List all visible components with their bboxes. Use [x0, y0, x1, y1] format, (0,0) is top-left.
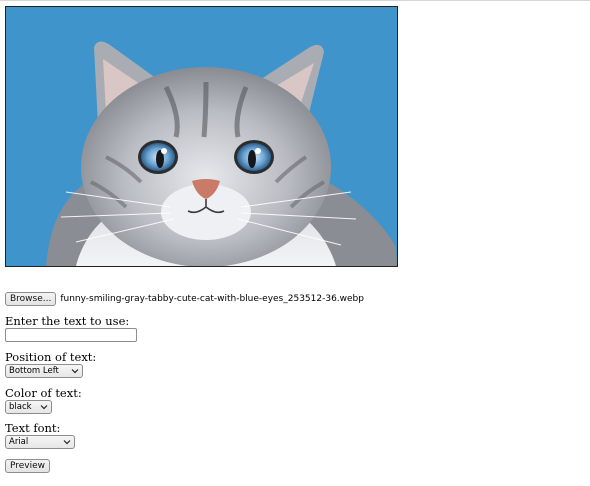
- color-label: Color of text:: [5, 386, 82, 400]
- chevron-down-icon: [63, 440, 71, 445]
- browse-button[interactable]: Browse...: [5, 292, 57, 306]
- file-input[interactable]: Browse... funny-smiling-gray-tabby-cute-…: [5, 292, 364, 306]
- position-selected-value: Bottom Left: [9, 366, 59, 376]
- image-preview: [5, 6, 398, 267]
- color-select[interactable]: black: [5, 400, 52, 414]
- preview-button[interactable]: Preview: [5, 459, 51, 473]
- font-selected-value: Arial: [9, 437, 29, 447]
- font-select[interactable]: Arial: [5, 435, 75, 449]
- chevron-down-icon: [40, 405, 48, 410]
- text-input[interactable]: [5, 328, 137, 342]
- position-select[interactable]: Bottom Left: [5, 364, 83, 378]
- chevron-down-icon: [71, 369, 79, 374]
- selected-file-name: funny-smiling-gray-tabby-cute-cat-with-b…: [60, 294, 364, 304]
- position-label: Position of text:: [5, 350, 97, 364]
- cat-image: [6, 7, 397, 266]
- text-field-label: Enter the text to use:: [5, 314, 130, 328]
- color-selected-value: black: [9, 402, 32, 412]
- font-label: Text font:: [5, 421, 61, 435]
